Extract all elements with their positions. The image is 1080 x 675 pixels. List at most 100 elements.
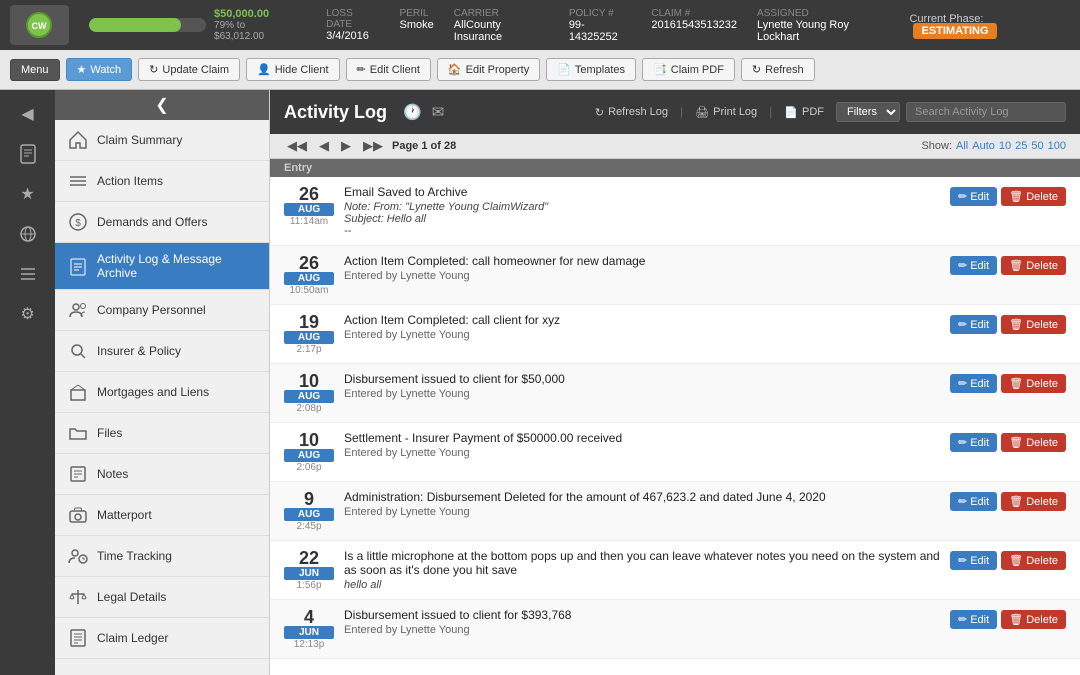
person-icon: 👤 (257, 63, 271, 76)
edit-property-button[interactable]: 🏠 Edit Property (437, 58, 540, 81)
phase-area: Current Phase: ESTIMATING (909, 13, 1070, 37)
entry-actions-4: ✏ Edit 🗑 Delete (950, 431, 1066, 452)
entry-date-3: 10 AUG 2:08p (284, 372, 334, 414)
show-25[interactable]: 25 (1015, 140, 1027, 152)
sidebar-item-time-tracking[interactable]: Time Tracking (55, 536, 269, 577)
print-log-button[interactable]: 🖨 Print Log (691, 104, 761, 121)
entry-text-6: Is a little microphone at the bottom pop… (344, 549, 940, 577)
rail-item-globe[interactable] (8, 216, 48, 252)
refresh-log-button[interactable]: ↻ Refresh Log (591, 104, 672, 121)
header-icons: 🕐 ✉ (403, 103, 444, 121)
sidebar-item-activity-log[interactable]: Activity Log & Message Archive (55, 243, 269, 290)
activity-log-search[interactable] (906, 102, 1066, 122)
show-auto[interactable]: Auto (972, 140, 995, 152)
first-page-button[interactable]: ◀◀ (284, 138, 310, 154)
sidebar-item-claim-summary[interactable]: Claim Summary (55, 120, 269, 161)
scales-icon (67, 586, 89, 608)
show-10[interactable]: 10 (999, 140, 1011, 152)
dollar-icon: $ (67, 211, 89, 233)
delete-button-3[interactable]: 🗑 Delete (1001, 374, 1066, 393)
next-page-button[interactable]: ▶ (338, 138, 354, 154)
entry-date-5: 9 AUG 2:45p (284, 490, 334, 532)
watch-button[interactable]: ★ Watch (66, 58, 133, 81)
rail-item-back[interactable]: ◀ (8, 96, 48, 132)
sidebar-item-mortgages-liens[interactable]: Mortgages and Liens (55, 372, 269, 413)
entry-actions-3: ✏ Edit 🗑 Delete (950, 372, 1066, 393)
edit-button-0[interactable]: ✏ Edit (950, 187, 997, 206)
entry-date-2: 19 AUG 2:17p (284, 313, 334, 355)
menu-button[interactable]: Menu (10, 59, 60, 81)
refresh-log-icon: ↻ (595, 106, 604, 119)
prev-page-button[interactable]: ◀ (316, 138, 332, 154)
sidebar-item-legal-details[interactable]: Legal Details (55, 577, 269, 618)
refresh-button[interactable]: ↻ Refresh (741, 58, 815, 81)
sidebar-item-matterport[interactable]: Matterport (55, 495, 269, 536)
clipboard-icon (67, 255, 89, 277)
delete-button-7[interactable]: 🗑 Delete (1001, 610, 1066, 629)
edit-button-7[interactable]: ✏ Edit (950, 610, 997, 629)
entry-day-3: 10 (284, 372, 334, 390)
entry-body-4: Settlement - Insurer Payment of $50000.0… (344, 431, 940, 459)
refresh-icon2: ↻ (752, 63, 761, 76)
delete-button-4[interactable]: 🗑 Delete (1001, 433, 1066, 452)
clock-icon[interactable]: 🕐 (403, 103, 422, 121)
entry-text-1: Action Item Completed: call homeowner fo… (344, 254, 940, 268)
sidebar-label-files: Files (97, 426, 122, 440)
rail-item-doc[interactable] (8, 136, 48, 172)
pdf-icon2: 📄 (784, 106, 798, 119)
sidebar-item-company-personnel[interactable]: Company Personnel (55, 290, 269, 331)
sidebar-label-demands-offers: Demands and Offers (97, 215, 208, 229)
sidebar-item-insurer-policy[interactable]: Insurer & Policy (55, 331, 269, 372)
rail-item-gear[interactable]: ⚙ (8, 296, 48, 332)
show-all[interactable]: All (956, 140, 968, 152)
claim-pdf-button[interactable]: 📑 Claim PDF (642, 58, 735, 81)
edit-button-3[interactable]: ✏ Edit (950, 374, 997, 393)
edit-client-button[interactable]: ✏ Edit Client (346, 58, 431, 81)
sidebar-item-notes[interactable]: Notes (55, 454, 269, 495)
sidebar-item-demands-offers[interactable]: $ Demands and Offers (55, 202, 269, 243)
entry-month-3: AUG (284, 390, 334, 403)
rail-item-star[interactable]: ★ (8, 176, 48, 212)
edit-button-1[interactable]: ✏ Edit (950, 256, 997, 275)
sidebar-item-claim-ledger[interactable]: Claim Ledger (55, 618, 269, 659)
delete-button-5[interactable]: 🗑 Delete (1001, 492, 1066, 511)
sidebar-label-activity-log: Activity Log & Message Archive (97, 252, 257, 280)
sidebar-item-files[interactable]: Files (55, 413, 269, 454)
edit-button-2[interactable]: ✏ Edit (950, 315, 997, 334)
sidebar-label-claim-summary: Claim Summary (97, 133, 182, 147)
show-50[interactable]: 50 (1031, 140, 1043, 152)
last-page-button[interactable]: ▶▶ (360, 138, 386, 154)
app-logo: CW (10, 5, 69, 45)
rail-item-layers[interactable] (8, 256, 48, 292)
assigned-label: ASSIGNED (757, 8, 889, 19)
entry-date-1: 26 AUG 10:50am (284, 254, 334, 296)
entry-time-5: 2:45p (284, 521, 334, 532)
show-100[interactable]: 100 (1048, 140, 1066, 152)
log-entries-list: 26 AUG 11:14am Email Saved to Archive No… (270, 177, 1080, 675)
edit-button-4[interactable]: ✏ Edit (950, 433, 997, 452)
home-icon: 🏠 (448, 63, 462, 76)
sidebar-toggle[interactable]: ❮ (55, 90, 269, 120)
edit-button-6[interactable]: ✏ Edit (950, 551, 997, 570)
delete-button-6[interactable]: 🗑 Delete (1001, 551, 1066, 570)
filters-select[interactable]: Filters (836, 102, 900, 122)
entry-month-6: JUN (284, 567, 334, 580)
claim-field: CLAIM # 20161543513232 (651, 8, 737, 43)
entry-text-5: Administration: Disbursement Deleted for… (344, 490, 940, 504)
delete-button-2[interactable]: 🗑 Delete (1001, 315, 1066, 334)
edit-button-5[interactable]: ✏ Edit (950, 492, 997, 511)
log-entry: 10 AUG 2:08p Disbursement issued to clie… (270, 364, 1080, 423)
mail-icon[interactable]: ✉ (432, 103, 445, 121)
hide-client-button[interactable]: 👤 Hide Client (246, 58, 340, 81)
sidebar-label-matterport: Matterport (97, 508, 152, 522)
templates-button[interactable]: 📄 Templates (546, 58, 636, 81)
delete-button-0[interactable]: 🗑 Delete (1001, 187, 1066, 206)
sidebar-item-action-items[interactable]: Action Items (55, 161, 269, 202)
delete-button-1[interactable]: 🗑 Delete (1001, 256, 1066, 275)
entry-actions-5: ✏ Edit 🗑 Delete (950, 490, 1066, 511)
update-claim-button[interactable]: ↻ Update Claim (138, 58, 240, 81)
entry-month-2: AUG (284, 331, 334, 344)
pdf-button[interactable]: 📄 PDF (780, 104, 828, 121)
notes-icon (67, 463, 89, 485)
progress-bar-container (89, 18, 206, 32)
